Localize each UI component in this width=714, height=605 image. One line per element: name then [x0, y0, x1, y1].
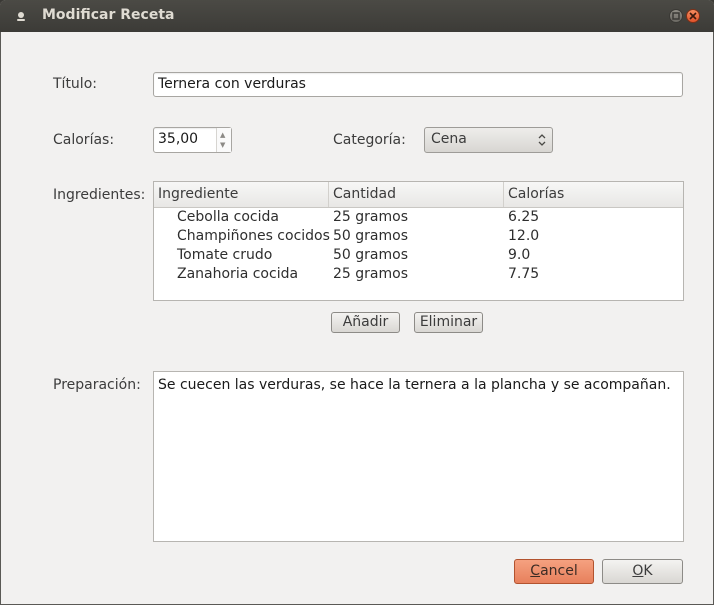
column-header-calorias[interactable]: Calorías	[504, 182, 683, 207]
dialog-window: Modificar Receta Título: Ternera con ver…	[0, 0, 714, 605]
titulo-input[interactable]: Ternera con verduras	[153, 72, 683, 97]
titulo-label: Título:	[53, 76, 97, 92]
calorias-value: 35,00	[158, 131, 199, 147]
combo-arrows-icon	[538, 134, 546, 146]
cell-cantidad: 25 gramos	[333, 266, 408, 282]
cell-calorias: 6.25	[508, 209, 540, 225]
calorias-label: Calorías:	[53, 132, 115, 148]
preparacion-value: Se cuecen las verduras, se hace la terne…	[158, 377, 671, 393]
cancel-mnemonic: C	[530, 563, 541, 579]
maximize-icon	[672, 12, 680, 20]
spin-down-icon[interactable]: ▼	[220, 142, 225, 149]
ok-mnemonic: O	[632, 563, 644, 579]
add-ingredient-button[interactable]: Añadir	[331, 312, 400, 333]
ingredients-table[interactable]: Ingrediente Cantidad Calorías Cebolla co…	[153, 181, 684, 301]
table-header: Ingrediente Cantidad Calorías	[154, 182, 683, 208]
app-icon	[17, 12, 25, 21]
cell-ingrediente: Tomate crudo	[177, 247, 273, 263]
spin-arrows[interactable]: ▲ ▼	[216, 128, 231, 152]
categoria-combobox[interactable]: Cena	[424, 127, 553, 153]
close-icon	[689, 12, 697, 20]
table-row[interactable]: Zanahoria cocida 25 gramos 7.75	[154, 265, 683, 284]
cell-ingrediente: Champiñones cocidos	[177, 228, 330, 244]
cell-ingrediente: Cebolla cocida	[177, 209, 279, 225]
column-header-cantidad[interactable]: Cantidad	[329, 182, 504, 207]
cancel-label-rest: ancel	[540, 563, 578, 579]
column-header-ingrediente[interactable]: Ingrediente	[154, 182, 329, 207]
title-bar[interactable]: Modificar Receta	[0, 0, 714, 32]
cell-cantidad: 25 gramos	[333, 209, 408, 225]
ingredientes-label: Ingredientes:	[53, 187, 146, 203]
cell-calorias: 12.0	[508, 228, 540, 244]
calorias-spinbutton[interactable]: 35,00 ▲ ▼	[153, 127, 232, 153]
cell-calorias: 7.75	[508, 266, 540, 282]
remove-ingredient-button[interactable]: Eliminar	[414, 312, 483, 333]
cell-ingrediente: Zanahoria cocida	[177, 266, 299, 282]
table-row[interactable]: Tomate crudo 50 gramos 9.0	[154, 246, 683, 265]
categoria-label: Categoría:	[333, 132, 406, 148]
table-row[interactable]: Cebolla cocida 25 gramos 6.25	[154, 208, 683, 227]
ok-label-rest: K	[643, 563, 653, 579]
close-button[interactable]	[686, 9, 700, 23]
maximize-button[interactable]	[669, 9, 683, 23]
preparacion-textarea[interactable]: Se cuecen las verduras, se hace la terne…	[153, 371, 684, 542]
window-title: Modificar Receta	[42, 7, 175, 23]
preparacion-label: Preparación:	[53, 377, 141, 393]
cell-calorias: 9.0	[508, 247, 531, 263]
categoria-value: Cena	[431, 131, 467, 147]
cancel-button[interactable]: Cancel	[514, 559, 594, 584]
titulo-value: Ternera con verduras	[158, 76, 306, 92]
ok-button[interactable]: OK	[602, 559, 683, 584]
spin-up-icon[interactable]: ▲	[220, 132, 225, 139]
cell-cantidad: 50 gramos	[333, 247, 408, 263]
table-row[interactable]: Champiñones cocidos 50 gramos 12.0	[154, 227, 683, 246]
cell-cantidad: 50 gramos	[333, 228, 408, 244]
